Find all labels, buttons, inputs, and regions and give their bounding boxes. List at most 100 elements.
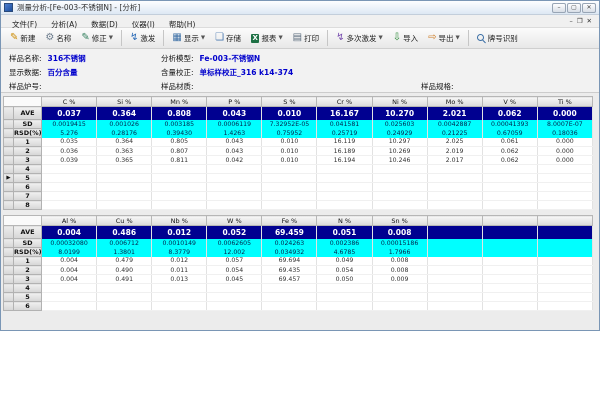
row-header-4[interactable]: 4 [14, 284, 42, 293]
row-header-3[interactable]: 3 [14, 156, 42, 165]
cell[interactable]: 0.013 [152, 275, 207, 284]
row-header-SD[interactable]: SD [14, 120, 42, 129]
cell[interactable] [42, 174, 97, 183]
cell[interactable] [482, 302, 537, 311]
cell[interactable]: 0.054 [317, 266, 372, 275]
cell[interactable]: 0.051 [317, 226, 372, 239]
row-strip[interactable] [4, 138, 14, 147]
cell[interactable]: 0.490 [97, 266, 152, 275]
cell[interactable] [317, 302, 372, 311]
cell[interactable]: 0.062 [482, 156, 537, 165]
cell[interactable] [537, 174, 592, 183]
cell[interactable] [372, 293, 427, 302]
toolbar-button-存储[interactable]: ❏存储 [210, 31, 246, 46]
toolbar-button-显示[interactable]: ▦显示▼ [167, 31, 210, 46]
cell[interactable]: 1.4263 [207, 129, 262, 138]
cell[interactable] [317, 284, 372, 293]
cell[interactable]: 0.001026 [97, 120, 152, 129]
cell[interactable] [207, 302, 262, 311]
cell[interactable] [97, 192, 152, 201]
toolbar-button-导入[interactable]: ⇩导入 [388, 31, 423, 46]
cell[interactable]: 0.008 [372, 257, 427, 266]
cell[interactable]: 0.009 [372, 275, 427, 284]
cell[interactable]: 10.297 [372, 138, 427, 147]
row-strip[interactable] [4, 302, 14, 311]
cell[interactable]: 0.043 [207, 138, 262, 147]
row-header-4[interactable]: 4 [14, 165, 42, 174]
cell[interactable] [152, 302, 207, 311]
column-header-Fe %[interactable]: Fe % [262, 216, 317, 226]
row-header-RSD(%)[interactable]: RSD(%) [14, 248, 42, 257]
cell[interactable] [537, 239, 592, 248]
cell[interactable] [97, 201, 152, 210]
cell[interactable]: 10.270 [372, 107, 427, 120]
cell[interactable] [482, 192, 537, 201]
cell[interactable] [482, 266, 537, 275]
cell[interactable] [317, 201, 372, 210]
row-header-6[interactable]: 6 [14, 183, 42, 192]
cell[interactable] [537, 226, 592, 239]
cell[interactable] [482, 275, 537, 284]
cell[interactable]: 8.3779 [152, 248, 207, 257]
cell[interactable] [482, 201, 537, 210]
cell[interactable]: 0.000 [537, 156, 592, 165]
cell[interactable]: 0.042 [207, 156, 262, 165]
cell[interactable]: 8.0007E-07 [537, 120, 592, 129]
close-button[interactable]: ✕ [582, 3, 596, 13]
cell[interactable]: 0.002386 [317, 239, 372, 248]
column-header-W %[interactable]: W % [207, 216, 262, 226]
maximize-button[interactable]: ▢ [567, 3, 581, 13]
cell[interactable] [42, 165, 97, 174]
cell[interactable]: 0.75952 [262, 129, 317, 138]
cell[interactable] [537, 165, 592, 174]
cell[interactable] [537, 183, 592, 192]
cell[interactable] [207, 183, 262, 192]
cell[interactable]: 0.041581 [317, 120, 372, 129]
cell[interactable]: 4.6785 [317, 248, 372, 257]
cell[interactable]: 0.363 [97, 147, 152, 156]
cell[interactable]: 0.062 [482, 147, 537, 156]
column-header-Sn %[interactable]: Sn % [372, 216, 427, 226]
cell[interactable] [262, 284, 317, 293]
cell[interactable] [537, 248, 592, 257]
cell[interactable]: 0.008 [372, 266, 427, 275]
cell[interactable] [427, 165, 482, 174]
cell[interactable]: 0.00041393 [482, 120, 537, 129]
cell[interactable]: 0.012 [152, 226, 207, 239]
cell[interactable]: 0.057 [207, 257, 262, 266]
column-header-N %[interactable]: N % [317, 216, 372, 226]
cell[interactable]: 0.67059 [482, 129, 537, 138]
cell[interactable] [372, 174, 427, 183]
cell[interactable]: 0.28176 [97, 129, 152, 138]
row-strip[interactable] [4, 192, 14, 201]
row-header-5[interactable]: 5 [14, 293, 42, 302]
cell[interactable] [97, 302, 152, 311]
cell[interactable]: 0.010 [262, 147, 317, 156]
cell[interactable]: 0.006712 [97, 239, 152, 248]
cell[interactable]: 16.194 [317, 156, 372, 165]
cell[interactable] [427, 257, 482, 266]
chevron-down-icon[interactable]: ▼ [278, 35, 282, 41]
cell[interactable] [482, 284, 537, 293]
cell[interactable] [317, 174, 372, 183]
cell[interactable]: 0.024263 [262, 239, 317, 248]
cell[interactable]: 0.011 [152, 266, 207, 275]
cell[interactable]: 0.012 [152, 257, 207, 266]
cell[interactable]: 0.479 [97, 257, 152, 266]
cell[interactable]: 0.003185 [152, 120, 207, 129]
row-strip[interactable] [4, 147, 14, 156]
cell[interactable] [42, 293, 97, 302]
cell[interactable] [152, 201, 207, 210]
cell[interactable]: 7.32952E-05 [262, 120, 317, 129]
row-strip[interactable] [4, 107, 14, 120]
mdi-restore-button[interactable]: ❐ [577, 17, 583, 25]
cell[interactable] [97, 284, 152, 293]
cell[interactable] [317, 165, 372, 174]
cell[interactable]: 5.276 [42, 129, 97, 138]
cell[interactable] [152, 165, 207, 174]
cell[interactable] [537, 284, 592, 293]
row-strip[interactable] [4, 293, 14, 302]
cell[interactable]: 1.3801 [97, 248, 152, 257]
cell[interactable] [97, 293, 152, 302]
cell[interactable]: 0.004 [42, 275, 97, 284]
